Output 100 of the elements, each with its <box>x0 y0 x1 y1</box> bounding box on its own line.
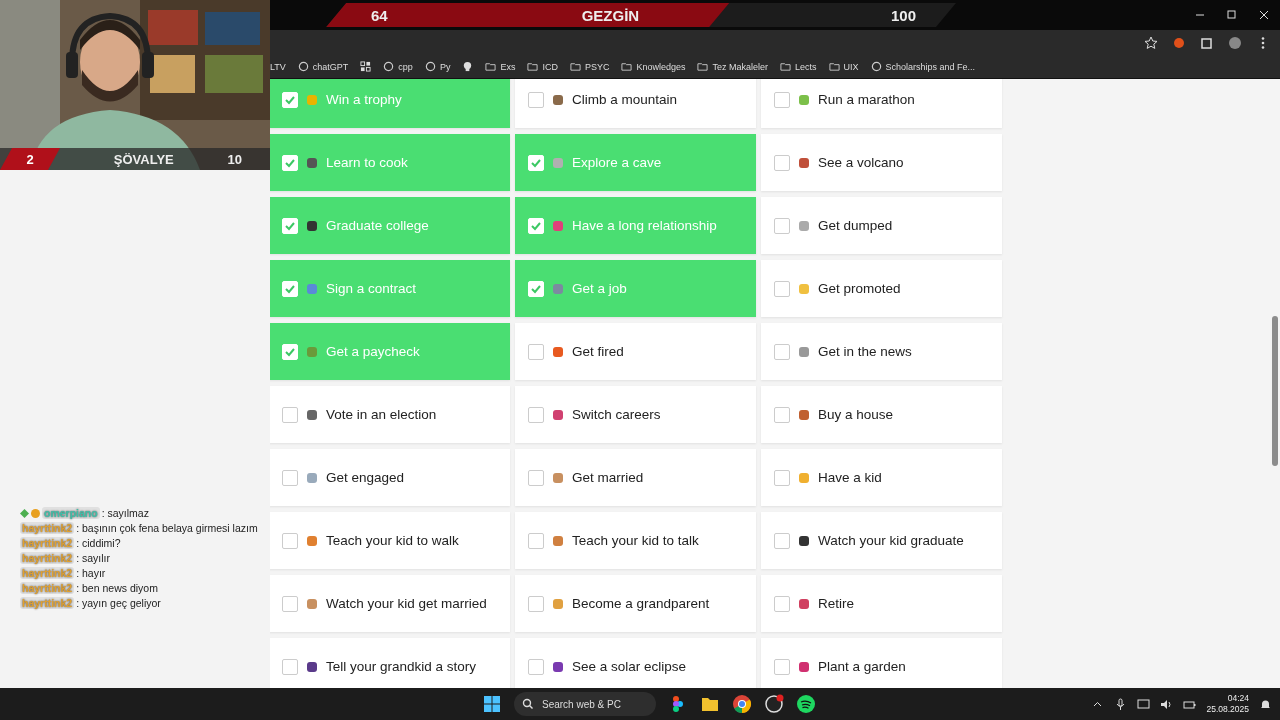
diamond-icon <box>20 508 29 518</box>
checkbox[interactable] <box>528 595 544 612</box>
emoji-icon <box>552 282 564 295</box>
site-icon <box>424 61 436 72</box>
bookmark-link[interactable]: PSYC <box>584 61 610 72</box>
search-field[interactable]: Search web & PC <box>540 697 634 711</box>
checklist-card[interactable]: Watch your kid get married <box>270 575 510 632</box>
checkbox[interactable] <box>282 469 298 486</box>
star-icon[interactable] <box>1144 35 1158 50</box>
emoji-icon <box>306 408 318 421</box>
checkbox[interactable] <box>528 406 544 423</box>
checklist-card[interactable]: Get engaged <box>270 449 510 506</box>
checklist-card[interactable]: Vote in an election <box>270 386 510 443</box>
obs-icon[interactable] <box>764 694 784 714</box>
bookmark-link[interactable]: Tez Makaleler <box>712 61 768 72</box>
emoji-icon <box>552 345 564 358</box>
checklist-card[interactable]: Climb a mountain <box>515 79 756 128</box>
checklist-card[interactable]: Get fired <box>515 323 756 380</box>
item-label: Get in the news <box>818 344 912 359</box>
emoji-icon <box>552 597 564 610</box>
checkbox[interactable] <box>774 154 790 171</box>
site-icon <box>383 61 395 72</box>
emoji-icon <box>306 660 318 673</box>
bookmark-link[interactable]: Py <box>439 61 451 72</box>
search-box[interactable]: Search web & PC <box>514 692 656 716</box>
checklist-card[interactable]: Watch your kid graduate <box>761 512 1002 569</box>
item-label: Run a marathon <box>818 92 915 107</box>
bookmark-link[interactable]: cpp <box>398 61 413 72</box>
item-label: Have a kid <box>818 470 882 485</box>
checklist-card[interactable]: Become a grandparent <box>515 575 756 632</box>
checkbox[interactable] <box>528 658 544 675</box>
bookmark-link[interactable]: Knowledges <box>636 61 686 72</box>
checkbox[interactable] <box>282 406 298 423</box>
checkbox[interactable] <box>528 343 544 360</box>
item-label: See a volcano <box>818 155 904 170</box>
checkbox[interactable] <box>774 91 790 108</box>
checkbox[interactable] <box>774 280 790 297</box>
spotify-icon[interactable] <box>796 694 816 714</box>
checkbox[interactable] <box>774 469 790 486</box>
chrome-icon[interactable] <box>732 694 752 714</box>
bookmark-link[interactable]: Lects <box>795 61 817 72</box>
bookmark-link[interactable]: chatGPT <box>312 61 349 72</box>
item-label: Watch your kid graduate <box>818 533 964 548</box>
emoji-icon <box>306 534 318 547</box>
checkbox[interactable] <box>774 406 790 423</box>
monitor-icon[interactable] <box>1137 697 1151 711</box>
checklist-card[interactable]: Have a kid <box>761 449 1002 506</box>
badge-icon <box>31 508 40 518</box>
rank-title: ŞÖVALYE <box>113 151 174 167</box>
rank-progress-bar: 64 GEZGİN 100 <box>326 3 956 27</box>
checklist-card[interactable]: Get dumped <box>761 197 1002 254</box>
checkbox[interactable] <box>528 469 544 486</box>
profile-icon[interactable] <box>1228 35 1242 50</box>
bookmark-link[interactable]: Exs <box>500 61 516 72</box>
emoji-icon <box>798 408 810 421</box>
checkbox[interactable] <box>528 91 544 108</box>
item-label: Graduate college <box>326 218 429 233</box>
item-label: Buy a house <box>818 407 894 422</box>
clock[interactable]: 04:24 25.08.2025 <box>1206 693 1249 715</box>
bookmark-link[interactable]: ICD <box>542 61 558 72</box>
bookmark-link[interactable]: LTV <box>270 61 286 72</box>
scrollbar-thumb[interactable] <box>1272 316 1278 466</box>
checklist-card[interactable]: Plant a garden <box>761 638 1002 688</box>
checklist-card[interactable]: Buy a house <box>761 386 1002 443</box>
emoji-icon <box>798 534 810 547</box>
item-label: Switch careers <box>572 407 661 422</box>
item-label: Become a grandparent <box>572 596 710 611</box>
checkbox[interactable] <box>528 532 544 549</box>
checklist-card[interactable]: Get promoted <box>761 260 1002 317</box>
checklist-card[interactable]: Switch careers <box>515 386 756 443</box>
item-label: Get a paycheck <box>326 344 420 359</box>
emoji-icon <box>798 660 810 673</box>
checkbox[interactable] <box>774 595 790 612</box>
checklist-card[interactable]: Run a marathon <box>761 79 1002 128</box>
checkbox[interactable] <box>774 217 790 234</box>
checkbox[interactable] <box>774 343 790 360</box>
checklist-card[interactable]: Get in the news <box>761 323 1002 380</box>
checkbox[interactable] <box>774 532 790 549</box>
bookmark-link[interactable]: Scholarships and Fe... <box>885 61 976 72</box>
folder-icon <box>780 61 791 72</box>
emoji-icon <box>798 219 810 232</box>
level-target: 10 <box>227 151 243 167</box>
checklist-card[interactable]: See a volcano <box>761 134 1002 191</box>
checklist-card[interactable]: See a solar eclipse <box>515 638 756 688</box>
chat-message: : yayın geç geliyor <box>76 597 161 609</box>
checklist-card[interactable]: Tell your grandkid a story <box>270 638 510 688</box>
checklist-card[interactable]: Get married <box>515 449 756 506</box>
checkbox[interactable] <box>282 595 298 612</box>
item-label: Watch your kid get married <box>326 596 487 611</box>
checklist-card[interactable]: Teach your kid to walk <box>270 512 510 569</box>
checklist-card[interactable]: Retire <box>761 575 1002 632</box>
folder-icon <box>569 61 581 72</box>
extension-icon[interactable] <box>1172 35 1186 50</box>
checkbox[interactable] <box>282 658 298 675</box>
windows-icon[interactable] <box>482 694 502 714</box>
checkbox[interactable] <box>774 658 790 675</box>
bookmark-link[interactable]: UIX <box>843 61 859 72</box>
checkbox[interactable] <box>282 532 298 549</box>
checklist-card[interactable]: Teach your kid to talk <box>515 512 756 569</box>
item-label: Have a long relationship <box>572 218 717 233</box>
